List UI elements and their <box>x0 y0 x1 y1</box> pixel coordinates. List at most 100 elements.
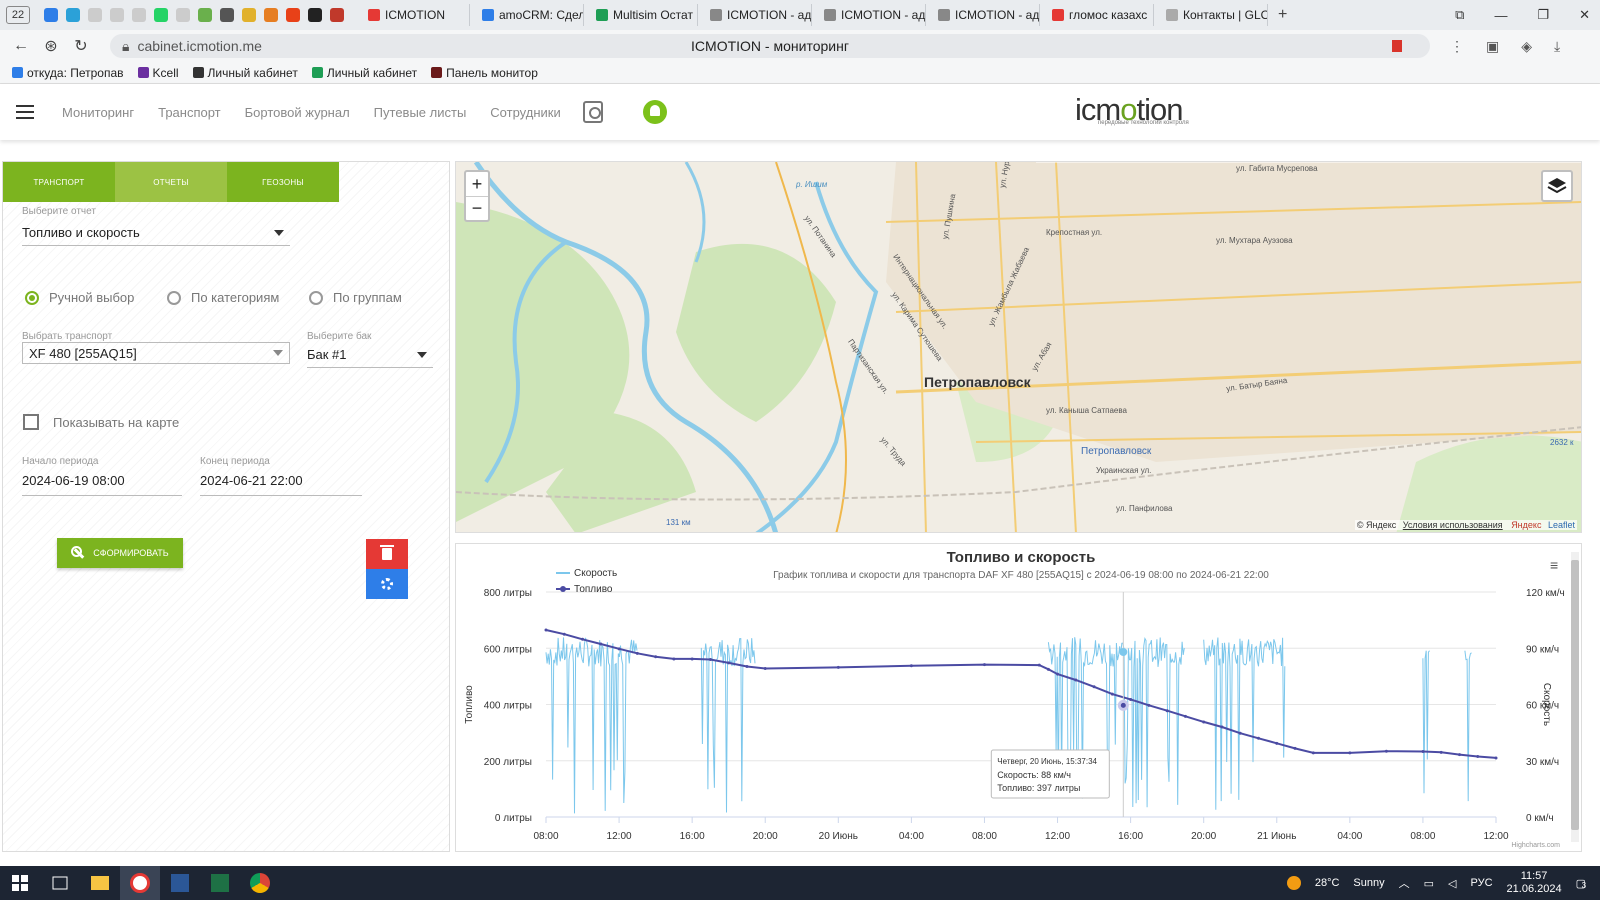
browser-tab[interactable]: amoCRM: Сдел <box>474 4 584 26</box>
delete-button[interactable] <box>366 539 408 569</box>
weather-text[interactable]: Sunny <box>1353 877 1384 889</box>
protect-icon[interactable]: ⊛ <box>36 36 66 56</box>
x-tick-label: 12:00 <box>1045 831 1070 842</box>
vehicle-select[interactable]: XF 480 [255AQ15] <box>22 342 290 364</box>
pinned-tab-icon[interactable] <box>242 8 256 22</box>
browser-tab[interactable]: Контакты | GLO <box>1158 4 1268 26</box>
chrome-icon[interactable] <box>240 866 280 900</box>
pinned-tab-icon[interactable] <box>220 8 234 22</box>
task-view-icon[interactable] <box>40 866 80 900</box>
bookmark-item[interactable]: Личный кабинет <box>311 66 417 80</box>
bookmark-item[interactable]: Личный кабинет <box>192 66 298 80</box>
pinned-tab-icon[interactable] <box>132 8 146 22</box>
browser-tab[interactable]: гломос казахс <box>1044 4 1154 26</box>
bookmark-label: Kcell <box>152 65 179 80</box>
restore-icon[interactable]: ❐ <box>1537 7 1549 23</box>
browser-tab[interactable]: Multisim Остат <box>588 4 698 26</box>
hamburger-menu-icon[interactable] <box>16 105 34 119</box>
tab-count-button[interactable]: 22 <box>6 6 30 24</box>
notification-bell-icon[interactable] <box>642 100 667 124</box>
pinned-tab-icon[interactable] <box>154 8 168 22</box>
browser-tab-bar: 22 ICMOTION amoCRM: Сдел Multisim Остат ICM… <box>0 0 1600 30</box>
street-label: ул. Мухтара Ауэзова <box>1216 236 1293 245</box>
nav-item[interactable]: Транспорт <box>158 105 221 120</box>
language-indicator[interactable]: РУС <box>1471 877 1493 889</box>
end-date-input[interactable]: 2024-06-21 22:00 <box>200 466 362 496</box>
street-label: ул. Каныша Сатпаева <box>1046 406 1127 415</box>
report-select[interactable]: Топливо и скорость <box>22 220 290 246</box>
nav-item[interactable]: Бортовой журнал <box>245 105 350 120</box>
legend-speed-label: Скорость <box>574 568 617 579</box>
browser-tab[interactable]: ICMOTION - ад <box>702 4 812 26</box>
extensions-icon[interactable]: ◈ <box>1521 38 1532 55</box>
browser-tab[interactable]: ICMOTION <box>360 4 470 26</box>
pinned-tab-icon[interactable] <box>286 8 300 22</box>
download-icon[interactable]: ⤓ <box>1554 38 1560 55</box>
back-icon[interactable]: ← <box>6 37 36 55</box>
chart-scrollbar[interactable] <box>1571 552 1579 842</box>
bookmark-item[interactable]: Kcell <box>137 65 179 80</box>
new-tab-button[interactable]: + <box>1278 6 1287 24</box>
pinned-tab-icon[interactable] <box>264 8 278 22</box>
tab-favicon-icon <box>1166 9 1178 21</box>
windows-start-icon[interactable] <box>0 866 40 900</box>
map-view[interactable]: ул. Габита Мусрепова ул. Мухтара Ауэзова… <box>455 161 1582 533</box>
tab-geozones[interactable]: Геозоны <box>227 162 339 202</box>
layers-button[interactable] <box>1541 170 1573 202</box>
bookmark-item[interactable]: откуда: Петропав <box>12 66 124 80</box>
radio-groups[interactable]: По группам <box>309 290 402 305</box>
zoom-out-button[interactable]: − <box>466 196 488 220</box>
collections-icon[interactable]: ▣ <box>1486 38 1499 55</box>
excel-icon[interactable] <box>200 866 240 900</box>
word-icon[interactable] <box>160 866 200 900</box>
radio-manual[interactable]: Ручной выбор <box>25 290 134 305</box>
tank-select[interactable]: Бак #1 <box>307 342 433 368</box>
checkbox-box <box>23 414 39 430</box>
weather-icon[interactable] <box>1286 876 1301 890</box>
pinned-tab-icon[interactable] <box>198 8 212 22</box>
volume-icon[interactable]: ◁ <box>1448 877 1456 890</box>
tray-chevron-icon[interactable]: ︿ <box>1399 875 1410 891</box>
bookmark-item[interactable]: Панель монитор <box>431 66 538 80</box>
start-date-input[interactable]: 2024-06-19 08:00 <box>22 466 182 496</box>
bookmark-icon[interactable] <box>1392 40 1402 52</box>
pinned-tab-icon[interactable] <box>330 8 344 22</box>
tab-search-icon[interactable]: ⧉ <box>1455 7 1464 23</box>
browser-tab[interactable]: ICMOTION - ад <box>930 4 1040 26</box>
tab-transport[interactable]: Транспорт <box>3 162 115 202</box>
pinned-tab-icon[interactable] <box>110 8 124 22</box>
yandex-browser-icon[interactable] <box>120 866 160 900</box>
minimize-icon[interactable]: — <box>1494 8 1507 23</box>
chart-menu-icon[interactable]: ≡ <box>1550 557 1558 573</box>
reload-icon[interactable]: ↻ <box>66 36 96 56</box>
y-right-axis-title: Скорость <box>1541 683 1552 726</box>
settings-button[interactable] <box>366 569 408 599</box>
weather-temp[interactable]: 28°C <box>1315 877 1340 889</box>
tab-label: ICMOTION - ад <box>727 8 812 22</box>
pinned-tab-icon[interactable] <box>176 8 190 22</box>
network-icon[interactable]: ▭ <box>1424 877 1434 890</box>
show-on-map-checkbox[interactable]: Показывать на карте <box>23 414 179 430</box>
radio-categories[interactable]: По категориям <box>167 290 279 305</box>
tab-reports[interactable]: Отчеты <box>115 162 227 202</box>
url-field[interactable]: 🔒︎ cabinet.icmotion.me ICMOTION - монито… <box>110 34 1430 58</box>
build-report-button[interactable]: СФОРМИРОВАТЬ <box>57 538 183 568</box>
nav-item[interactable]: Путевые листы <box>374 105 467 120</box>
terms-link[interactable]: Условия использования <box>1403 520 1503 530</box>
zoom-in-button[interactable]: + <box>466 172 488 196</box>
leaflet-link[interactable]: Leaflet <box>1548 520 1575 530</box>
pinned-tab-icon[interactable] <box>308 8 322 22</box>
notifications-icon[interactable]: ▢ 3 <box>1576 877 1586 890</box>
tab-label: Multisim Остат <box>613 8 693 22</box>
menu-icon[interactable]: ⋮ <box>1450 38 1464 55</box>
search-report-icon[interactable] <box>582 101 603 123</box>
close-icon[interactable]: ✕ <box>1579 7 1590 23</box>
nav-item[interactable]: Мониторинг <box>62 105 134 120</box>
pinned-tab-icon[interactable] <box>44 8 58 22</box>
browser-tab[interactable]: ICMOTION - ад <box>816 4 926 26</box>
clock[interactable]: 11:57 21.06.2024 <box>1507 870 1562 896</box>
nav-item[interactable]: Сотрудники <box>490 105 560 120</box>
pinned-tab-icon[interactable] <box>66 8 80 22</box>
file-explorer-icon[interactable] <box>80 866 120 900</box>
pinned-tab-icon[interactable] <box>88 8 102 22</box>
